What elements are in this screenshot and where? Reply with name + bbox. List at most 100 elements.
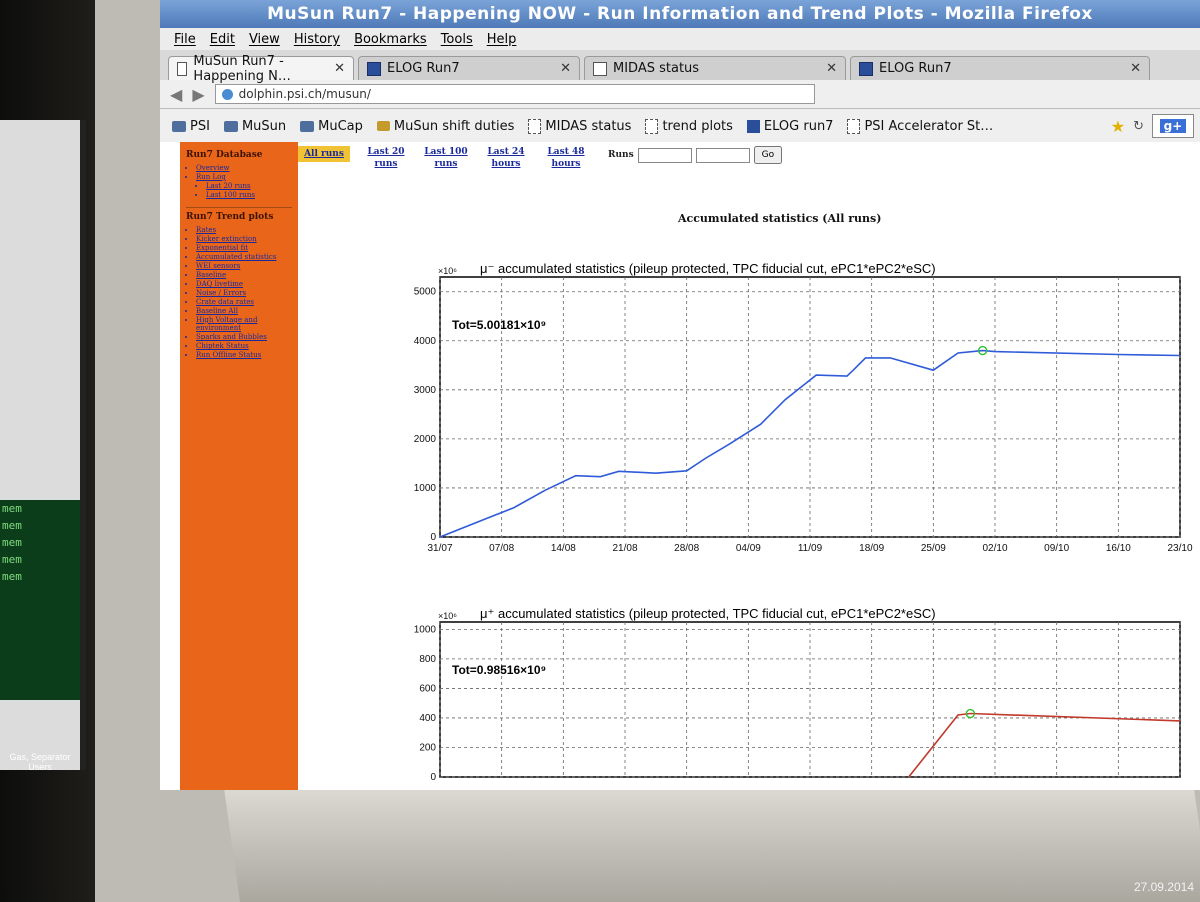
page-icon (847, 118, 861, 134)
bookmark-shift-duties[interactable]: MuSun shift duties (376, 119, 514, 134)
page-icon (593, 61, 607, 76)
y-tick-label: 0 (430, 772, 436, 783)
range-last-100-runs[interactable]: Last 100 runs (422, 146, 470, 170)
y-exponent-label: ×10⁶ (438, 611, 457, 621)
tab-strip: MuSun Run7 - Happening N… ✕ ELOG Run7 ✕ … (160, 50, 1200, 84)
x-tick-label: 31/07 (427, 543, 452, 554)
section-title: Accumulated statistics (All runs) (678, 212, 882, 225)
menu-view[interactable]: View (249, 32, 280, 47)
sidebar-link-trend[interactable]: Noise / Errors (196, 289, 292, 297)
close-icon[interactable]: ✕ (560, 61, 571, 76)
sidebar-link-trend[interactable]: DAQ livetime (196, 280, 292, 288)
bookmark-mucap[interactable]: MuCap (300, 119, 363, 134)
y-exponent-label: ×10⁶ (438, 266, 457, 276)
page-icon (177, 61, 188, 76)
sidebar-link-last-100[interactable]: Last 100 runs (206, 191, 292, 199)
range-last-24-hours[interactable]: Last 24 hours (482, 146, 530, 170)
x-tick-label: 02/10 (982, 543, 1007, 554)
tab-musun[interactable]: MuSun Run7 - Happening N… ✕ (168, 54, 354, 84)
sidebar-link-trend[interactable]: Baseline (196, 271, 292, 279)
bookmark-elog-run7[interactable]: ELOG run7 (746, 119, 833, 134)
browser-window: MuSun Run7 - Happening NOW - Run Informa… (160, 0, 1200, 790)
bookmark-midas-status[interactable]: MIDAS status (528, 118, 631, 134)
x-tick-label: 23/10 (1167, 543, 1192, 554)
menu-history[interactable]: History (294, 32, 340, 47)
runs-from-input[interactable] (637, 147, 692, 163)
terminal-window: mem mem mem mem mem (0, 500, 80, 700)
sidebar-link-trend[interactable]: Accumulated statistics (196, 253, 292, 261)
folder-icon (223, 120, 238, 132)
runs-to-input[interactable] (695, 147, 750, 163)
bookmark-psi-accelerator[interactable]: PSI Accelerator St… (847, 118, 993, 134)
folder-icon (300, 120, 315, 132)
sidebar-link-trend[interactable]: WEI sensors (196, 262, 292, 270)
sidebar-link-trend[interactable]: Kicker extinction (196, 235, 292, 243)
sidebar-link-trend[interactable]: Run Offline Status (196, 351, 292, 359)
x-tick-label: 11/09 (798, 543, 823, 554)
chart-mu-minus-wrap: 31/07 07/08 14/08 21/08 28/08 04/09 11/09 18/09… (398, 237, 1198, 571)
y-tick-label: 0 (430, 532, 436, 543)
tab-label: MIDAS status (613, 61, 700, 76)
y-tick-label: 400 (419, 713, 436, 724)
tab-midas-status[interactable]: MIDAS status ✕ (584, 56, 846, 80)
runs-filter: Runs Go (608, 146, 783, 164)
x-tick-label: 09/10 (1044, 543, 1069, 554)
range-last-48-hours[interactable]: Last 48 hours (542, 146, 590, 170)
plot-frame (439, 621, 1181, 778)
sidebar-link-trend[interactable]: Rates (196, 226, 292, 234)
menu-help[interactable]: Help (487, 32, 517, 47)
back-icon[interactable]: ◀ (170, 85, 182, 104)
sidebar-link-last-20[interactable]: Last 20 runs (206, 182, 292, 190)
menu-bookmarks[interactable]: Bookmarks (354, 32, 427, 47)
x-tick-label: 07/08 (489, 543, 514, 554)
y-tick-label: 2000 (414, 434, 437, 445)
y-tick-label: 800 (419, 654, 436, 665)
chart-title: μ⁺ accumulated statistics (pileup protec… (480, 606, 936, 621)
chart-title: μ⁻ accumulated statistics (pileup protec… (480, 261, 936, 276)
sidebar-link-trend[interactable]: Sparks and Bubbles (196, 333, 292, 341)
y-tick-label: 1000 (414, 483, 437, 494)
forward-icon[interactable]: ▶ (192, 85, 204, 104)
runs-label: Runs (608, 150, 634, 160)
close-icon[interactable]: ✕ (826, 61, 837, 76)
elog-icon (859, 61, 873, 76)
url-field[interactable]: dolphin.psi.ch/musun/ (214, 84, 815, 104)
globe-icon (221, 88, 233, 100)
bookmark-musun[interactable]: MuSun (223, 119, 286, 134)
navigation-bar: ◀ ▶ dolphin.psi.ch/musun/ (160, 80, 1200, 109)
page-icon (528, 118, 542, 134)
sidebar-link-overview[interactable]: Overview (196, 164, 292, 172)
menu-tools[interactable]: Tools (441, 32, 473, 47)
tab-elog-1[interactable]: ELOG Run7 ✕ (358, 56, 580, 80)
sidebar-link-trend[interactable]: Crate data rates (196, 298, 292, 306)
sidebar-link-run-log[interactable]: Run Log (196, 173, 292, 181)
range-selector: All runs Last 20 runs Last 100 runs Last… (298, 146, 783, 170)
menu-edit[interactable]: Edit (210, 32, 235, 47)
search-engine-icon[interactable]: g+ (1152, 114, 1194, 138)
chart-mu-plus-wrap: 0 200 400 600 800 1000 ×10⁶ μ⁺ accumulated stat… (398, 592, 1198, 790)
menu-bar: File Edit View History Bookmarks Tools H… (160, 28, 1200, 50)
elog-icon (746, 119, 760, 133)
sidebar-link-trend[interactable]: High Voltage and environment (196, 316, 292, 332)
close-icon[interactable]: ✕ (1130, 61, 1141, 76)
x-tick-label: 04/09 (736, 543, 761, 554)
tab-elog-2[interactable]: ELOG Run7 ✕ (850, 56, 1150, 80)
sidebar-link-trend[interactable]: Baseline All (196, 307, 292, 315)
close-icon[interactable]: ✕ (334, 61, 345, 76)
go-button[interactable]: Go (753, 146, 783, 164)
x-tick-label: 21/08 (612, 543, 637, 554)
range-all-runs[interactable]: All runs (298, 146, 350, 162)
chart-mu-minus: 31/07 07/08 14/08 21/08 28/08 04/09 11/09 18/09… (414, 261, 1193, 554)
x-tick-label: 25/09 (921, 543, 946, 554)
bookmarks-toolbar: PSI MuSun MuCap MuSun shift duties MIDAS… (160, 109, 1200, 144)
reload-icon[interactable]: ↻ (1133, 119, 1144, 134)
bookmark-psi[interactable]: PSI (172, 119, 210, 134)
sidebar-link-trend[interactable]: Chiptek Status (196, 342, 292, 350)
y-tick-label: 4000 (414, 336, 437, 347)
menu-file[interactable]: File (174, 32, 196, 47)
sidebar-link-trend[interactable]: Exponential fit (196, 244, 292, 252)
star-icon[interactable]: ★ (1111, 117, 1125, 136)
bookmark-trend-plots[interactable]: trend plots (645, 118, 733, 134)
y-tick-label: 3000 (414, 385, 437, 396)
range-last-20-runs[interactable]: Last 20 runs (362, 146, 410, 170)
